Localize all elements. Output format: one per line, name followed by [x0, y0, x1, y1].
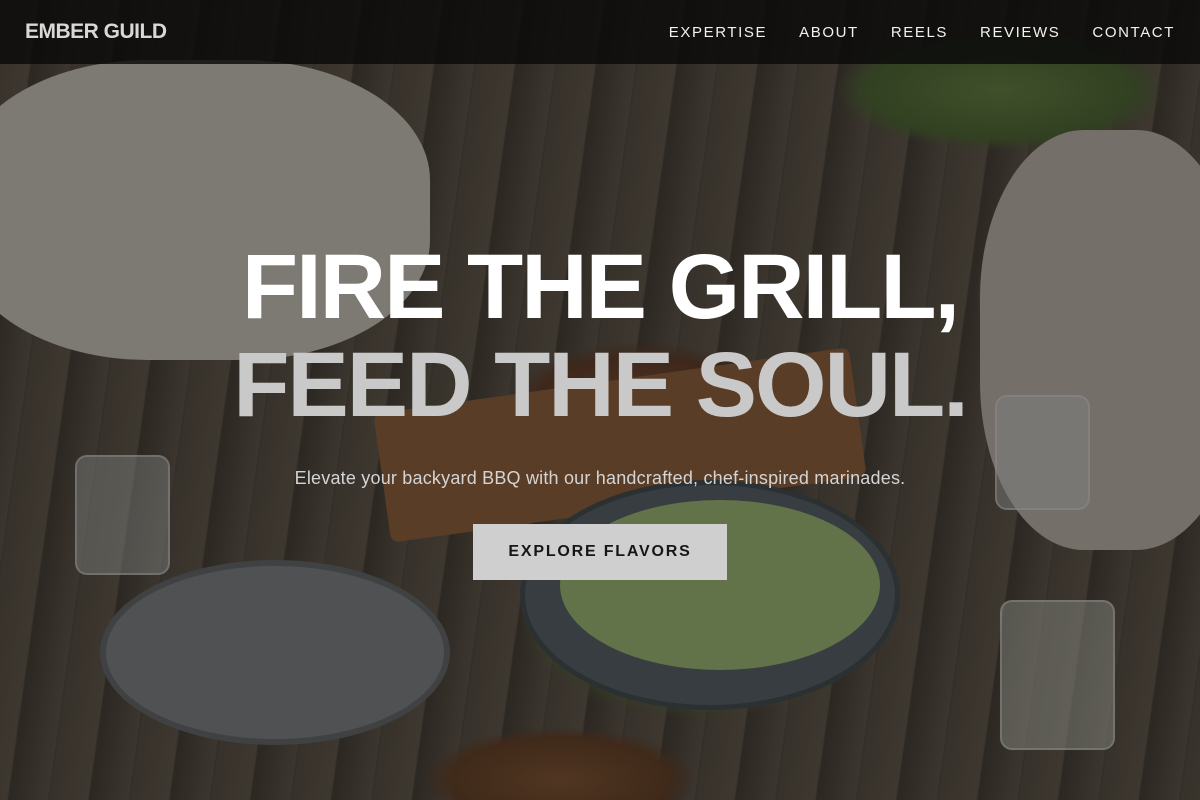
- explore-flavors-button[interactable]: EXPLORE FLAVORS: [473, 524, 727, 580]
- nav-link-expertise[interactable]: EXPERTISE: [669, 24, 767, 41]
- nav-link-about[interactable]: ABOUT: [799, 24, 859, 41]
- brand-logo[interactable]: EMBER GUILD: [25, 20, 167, 44]
- hero-content: FIRE THE GRILL, FEED THE SOUL. Elevate y…: [0, 238, 1200, 580]
- nav-link-reels[interactable]: REELS: [891, 24, 948, 41]
- hero-section: EMBER GUILD EXPERTISE ABOUT REELS REVIEW…: [0, 0, 1200, 800]
- headline-line-1: FIRE THE GRILL,: [241, 236, 960, 338]
- nav-link-contact[interactable]: CONTACT: [1092, 24, 1175, 41]
- hero-subtitle: Elevate your backyard BBQ with our handc…: [294, 468, 906, 488]
- top-navbar: EMBER GUILD EXPERTISE ABOUT REELS REVIEW…: [0, 0, 1200, 64]
- hero-headline: FIRE THE GRILL, FEED THE SOUL.: [0, 238, 1200, 434]
- nav-links: EXPERTISE ABOUT REELS REVIEWS CONTACT: [669, 24, 1175, 41]
- nav-link-reviews[interactable]: REVIEWS: [980, 24, 1060, 41]
- headline-line-2: FEED THE SOUL.: [233, 334, 969, 436]
